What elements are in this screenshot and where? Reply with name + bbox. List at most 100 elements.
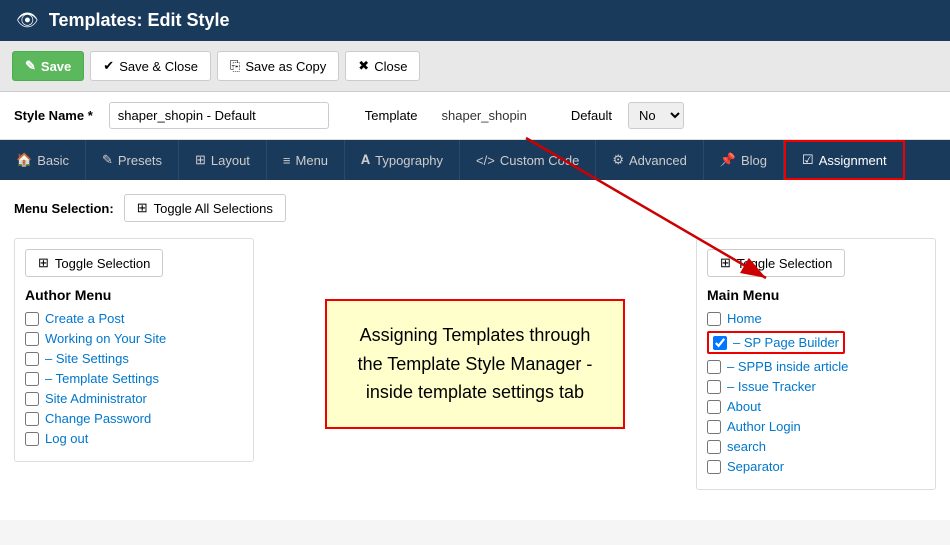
sppb-inside-checkbox[interactable] <box>707 360 721 374</box>
tab-menu[interactable]: ≡ Menu <box>267 140 345 180</box>
menu-selection-label: Menu Selection: <box>14 201 114 216</box>
save-button[interactable]: ✎ Save <box>12 51 84 81</box>
list-item: About <box>707 399 925 414</box>
close-icon: ✖ <box>358 58 369 74</box>
right-toggle-button-wrapper: ⊞ Toggle Selection <box>707 249 925 277</box>
site-admin-link[interactable]: Site Administrator <box>45 391 147 406</box>
save-close-button[interactable]: ✔ Save & Close <box>90 51 211 81</box>
toolbar: ✎ Save ✔ Save & Close ⎘ Save as Copy ✖ C… <box>0 41 950 92</box>
separator-link[interactable]: Separator <box>727 459 784 474</box>
tab-assignment[interactable]: ☑ Assignment <box>784 140 905 180</box>
right-toggle-selection-button[interactable]: ⊞ Toggle Selection <box>707 249 845 277</box>
separator-checkbox[interactable] <box>707 460 721 474</box>
list-item: Separator <box>707 459 925 474</box>
author-login-checkbox[interactable] <box>707 420 721 434</box>
change-password-link[interactable]: Change Password <box>45 411 151 426</box>
author-menu-title: Author Menu <box>25 287 243 303</box>
left-column: ⊞ Toggle Selection Author Menu Create a … <box>14 238 254 490</box>
working-site-link[interactable]: Working on Your Site <box>45 331 166 346</box>
template-value: shaper_shopin <box>434 103 535 128</box>
author-login-link[interactable]: Author Login <box>727 419 801 434</box>
pin-icon: 📌 <box>720 152 736 168</box>
list-item: Author Login <box>707 419 925 434</box>
home-link[interactable]: Home <box>727 311 762 326</box>
about-link[interactable]: About <box>727 399 761 414</box>
issue-tracker-link[interactable]: – Issue Tracker <box>727 379 816 394</box>
create-post-checkbox[interactable] <box>25 312 39 326</box>
logout-link[interactable]: Log out <box>45 431 88 446</box>
tab-typography[interactable]: 𝐀 Typography <box>345 140 460 180</box>
annotation-text: Assigning Templates through the Template… <box>358 325 593 403</box>
site-admin-checkbox[interactable] <box>25 392 39 406</box>
menu-icon: ≡ <box>283 153 291 168</box>
list-item: – Template Settings <box>25 371 243 386</box>
change-password-checkbox[interactable] <box>25 412 39 426</box>
style-name-input[interactable] <box>109 102 329 129</box>
typography-icon: 𝐀 <box>361 152 370 168</box>
list-item: – Site Settings <box>25 351 243 366</box>
working-site-checkbox[interactable] <box>25 332 39 346</box>
sp-page-builder-checkbox[interactable] <box>713 336 727 350</box>
save-copy-button[interactable]: ⎘ Save as Copy <box>217 51 339 81</box>
list-item: – SPPB inside article <box>707 359 925 374</box>
toggle-all-icon: ⊞ <box>137 200 148 216</box>
style-row: Style Name * Template shaper_shopin Defa… <box>0 92 950 140</box>
search-link[interactable]: search <box>727 439 766 454</box>
author-menu-panel: ⊞ Toggle Selection Author Menu Create a … <box>14 238 254 462</box>
assignment-icon: ☑ <box>802 152 814 168</box>
right-column: ⊞ Toggle Selection Main Menu Home – SP P… <box>696 238 936 490</box>
about-checkbox[interactable] <box>707 400 721 414</box>
search-checkbox[interactable] <box>707 440 721 454</box>
list-item: Change Password <box>25 411 243 426</box>
home-checkbox[interactable] <box>707 312 721 326</box>
checkmark-icon: ✔ <box>103 58 114 74</box>
content-area: Menu Selection: ⊞ Toggle All Selections … <box>0 180 950 520</box>
tab-basic[interactable]: 🏠 Basic <box>0 140 86 180</box>
main-menu-list: Home – SP Page Builder – SPPB inside art… <box>707 311 925 474</box>
toggle-all-button[interactable]: ⊞ Toggle All Selections <box>124 194 286 222</box>
style-name-label: Style Name * <box>14 108 93 123</box>
issue-tracker-checkbox[interactable] <box>707 380 721 394</box>
left-toggle-selection-button[interactable]: ⊞ Toggle Selection <box>25 249 163 277</box>
site-settings-link[interactable]: – Site Settings <box>45 351 129 366</box>
tab-custom-code[interactable]: </> Custom Code <box>460 140 596 180</box>
list-item: – Issue Tracker <box>707 379 925 394</box>
page-title: Templates: Edit Style <box>49 10 230 31</box>
list-item: search <box>707 439 925 454</box>
save-icon: ✎ <box>25 58 36 74</box>
tab-advanced[interactable]: ⚙ Advanced <box>596 140 703 180</box>
left-toggle-icon: ⊞ <box>38 255 49 271</box>
annotation-box: Assigning Templates through the Template… <box>325 299 625 429</box>
default-label: Default <box>571 108 612 123</box>
middle-column: Assigning Templates through the Template… <box>268 238 682 490</box>
gear-icon: ⚙ <box>612 152 624 168</box>
template-label: Template <box>365 108 418 123</box>
copy-icon: ⎘ <box>230 58 240 74</box>
tab-layout[interactable]: ⊞ Layout <box>179 140 267 180</box>
code-icon: </> <box>476 153 495 168</box>
close-button[interactable]: ✖ Close <box>345 51 420 81</box>
right-toggle-icon: ⊞ <box>720 255 731 271</box>
main-menu-panel: ⊞ Toggle Selection Main Menu Home – SP P… <box>696 238 936 490</box>
create-post-link[interactable]: Create a Post <box>45 311 125 326</box>
list-item: – SP Page Builder <box>707 331 925 354</box>
list-item: Create a Post <box>25 311 243 326</box>
sppb-inside-link[interactable]: – SPPB inside article <box>727 359 848 374</box>
site-settings-checkbox[interactable] <box>25 352 39 366</box>
layout-icon: ⊞ <box>195 152 206 168</box>
default-select[interactable]: No Yes <box>628 102 684 129</box>
template-settings-checkbox[interactable] <box>25 372 39 386</box>
left-toggle-button-wrapper: ⊞ Toggle Selection <box>25 249 243 277</box>
sp-page-builder-link[interactable]: – SP Page Builder <box>733 335 839 350</box>
tab-blog[interactable]: 📌 Blog <box>704 140 784 180</box>
home-icon: 🏠 <box>16 152 32 168</box>
list-item: Log out <box>25 431 243 446</box>
author-menu-list: Create a Post Working on Your Site – Sit… <box>25 311 243 446</box>
main-menu-title: Main Menu <box>707 287 925 303</box>
template-settings-link[interactable]: – Template Settings <box>45 371 159 386</box>
list-item: Working on Your Site <box>25 331 243 346</box>
tab-presets[interactable]: ✎ Presets <box>86 140 179 180</box>
list-item: Site Administrator <box>25 391 243 406</box>
logout-checkbox[interactable] <box>25 432 39 446</box>
eye-icon: 👁 <box>16 10 39 31</box>
